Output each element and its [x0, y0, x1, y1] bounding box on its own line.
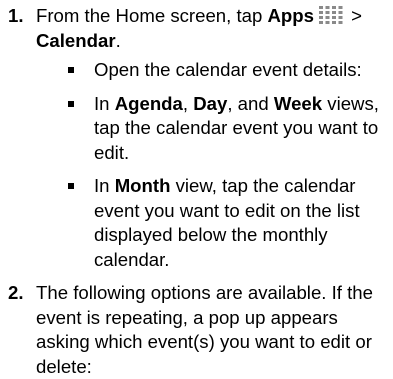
step-number: 1.	[8, 5, 24, 26]
calendar-label: Calendar	[36, 29, 116, 51]
step-text: From the Home screen, tap Apps > Calenda…	[36, 5, 362, 51]
step-1: 1. From the Home screen, tap Apps > Cale…	[0, 4, 393, 272]
step-number: 2.	[8, 282, 24, 303]
apps-label: Apps	[267, 5, 314, 26]
step-text: The following options are available. If …	[36, 282, 373, 377]
list-item: In Agenda, Day, and Week views, tap the …	[36, 92, 393, 166]
bullet-icon	[68, 100, 74, 107]
sub-steps: Open the calendar event details: In Agen…	[36, 58, 393, 272]
list-item: Open the calendar event details:	[36, 58, 393, 83]
instructions: 1. From the Home screen, tap Apps > Cale…	[0, 4, 393, 379]
document-page: { "steps": [ { "number": "1.", "text_bef…	[0, 0, 393, 377]
bullet-icon	[68, 67, 74, 73]
bullet-icon	[68, 183, 74, 189]
apps-grid-icon	[318, 6, 343, 24]
step-2: 2. The following options are available. …	[0, 281, 393, 379]
list-item: In Month view, tap the calendar event yo…	[36, 174, 393, 272]
